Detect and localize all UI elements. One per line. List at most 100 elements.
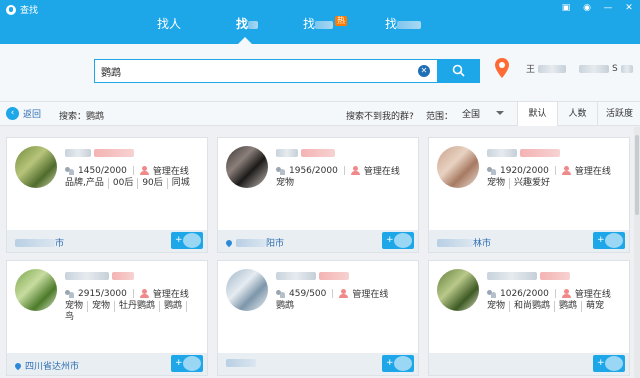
blurred-text	[111, 271, 134, 280]
group-name	[65, 148, 134, 158]
skin-icon[interactable]: ▣	[561, 2, 571, 14]
card-footer: +	[218, 353, 418, 375]
group-card[interactable]: 1920/2000 管理在线 宠物 兴趣爱好 林市 +	[428, 137, 630, 253]
admin-status: 管理在线	[352, 290, 389, 300]
sort-tab-activity[interactable]: 活跃度	[597, 102, 640, 126]
blurred-text	[538, 64, 567, 73]
join-group-button[interactable]: +	[382, 232, 414, 249]
blurred-text	[236, 238, 266, 247]
group-location: 林市	[437, 236, 491, 249]
location-text: 阳市	[266, 239, 285, 249]
location-pin-icon[interactable]	[494, 57, 510, 79]
admin-icon	[139, 166, 149, 175]
group-name	[65, 271, 134, 281]
back-button[interactable]: ‹ 返回	[6, 107, 41, 120]
group-tags: 宠物 宠物 牡丹鹦鹉 鹦鹉 鸟	[65, 301, 207, 323]
group-location: 阳市	[224, 236, 285, 249]
admin-icon	[561, 289, 571, 298]
tag: 宠物	[92, 301, 116, 312]
group-card[interactable]: 2915/3000 管理在线 宠物 宠物 牡丹鹦鹉 鹦鹉 鸟 四川省达州市 +	[6, 260, 208, 376]
admin-status: 管理在线	[152, 290, 189, 300]
group-stats: 1920/2000 管理在线	[487, 164, 611, 177]
blurred-text	[276, 271, 316, 280]
tag: 宠物	[276, 178, 295, 188]
sort-tab-default[interactable]: 默认	[517, 102, 557, 126]
divider	[132, 289, 134, 298]
search-button[interactable]	[438, 59, 480, 83]
admin-icon	[350, 166, 360, 175]
card-footer: +	[429, 353, 629, 375]
admin-status: 管理在线	[574, 290, 611, 300]
join-group-button[interactable]: +	[382, 355, 414, 372]
scope-select[interactable]: 全国	[458, 105, 508, 121]
blurred-text	[620, 64, 633, 73]
join-group-button[interactable]: +	[593, 355, 625, 372]
search-box: ✕	[94, 59, 438, 83]
scrollbar-thumb[interactable]	[635, 135, 639, 215]
blurred-text	[226, 359, 256, 367]
blurred-text	[437, 238, 473, 247]
group-name	[487, 148, 560, 158]
back-arrow-icon: ‹	[6, 107, 19, 120]
blurred-text	[487, 271, 537, 280]
tab-find-hot[interactable]: 找热	[286, 14, 364, 34]
sort-tab-members[interactable]: 人数	[557, 102, 597, 126]
search-input[interactable]	[95, 60, 405, 82]
minimize-icon[interactable]: —	[603, 2, 613, 14]
message-icon[interactable]: ◉	[582, 2, 592, 14]
join-group-button[interactable]: +	[593, 232, 625, 249]
tag: 宠物	[487, 301, 511, 312]
tag: 鹦鹉	[164, 301, 188, 312]
blurred-text	[397, 20, 421, 29]
card-footer: 市 +	[7, 230, 207, 252]
tag: 鹦鹉	[559, 301, 583, 312]
divider	[554, 166, 556, 175]
tag: 鹦鹉	[276, 301, 295, 311]
tag: 和尚鹦鹉	[514, 301, 556, 312]
location-text: 林市	[473, 239, 492, 249]
blurred-text	[318, 271, 349, 280]
group-location	[226, 359, 256, 367]
group-card[interactable]: 1450/2000 管理在线 品牌,产品 00后 90后 同城 市 +	[6, 137, 208, 253]
not-found-link[interactable]: 搜索不到我的群?	[346, 109, 414, 122]
member-count: 1956/2000	[289, 165, 338, 176]
group-tags: 品牌,产品 00后 90后 同城	[65, 178, 198, 189]
user-location[interactable]: 王 S	[526, 62, 633, 75]
tab-find-people[interactable]: 找人	[130, 14, 208, 34]
group-stats: 2915/3000 管理在线	[65, 287, 189, 300]
group-card[interactable]: 1026/2000 管理在线 宠物 和尚鹦鹉 鹦鹉 萌宠 +	[428, 260, 630, 376]
location-icon	[13, 361, 23, 370]
user-location-suffix: S	[612, 63, 618, 74]
group-stats: 1026/2000 管理在线	[487, 287, 611, 300]
group-avatar	[15, 146, 57, 188]
group-name	[487, 271, 570, 281]
scope-label: 范围：	[426, 112, 454, 122]
group-avatar	[437, 269, 479, 311]
join-group-button[interactable]: +	[171, 232, 203, 249]
tag: 90后	[142, 178, 168, 189]
admin-status: 管理在线	[363, 167, 400, 177]
blurred-text	[15, 238, 55, 247]
tab-find-other[interactable]: 找	[364, 14, 442, 34]
blurred-text	[276, 148, 298, 157]
member-count: 2915/3000	[78, 288, 127, 299]
admin-status: 管理在线	[574, 167, 611, 177]
tag: 品牌,产品	[65, 178, 109, 189]
group-tags: 宠物 兴趣爱好	[487, 178, 558, 189]
members-icon	[276, 289, 286, 298]
window-title-text: 查找	[20, 6, 39, 16]
group-stats: 459/500 管理在线	[276, 287, 388, 300]
tab-find-group[interactable]: 找	[208, 14, 286, 44]
join-group-button[interactable]: +	[171, 355, 203, 372]
group-location: 市	[15, 236, 64, 249]
group-avatar	[226, 269, 268, 311]
clear-search-icon[interactable]: ✕	[418, 65, 430, 77]
member-count: 1450/2000	[78, 165, 127, 176]
location-icon	[224, 238, 234, 247]
members-icon	[276, 166, 286, 175]
group-tags: 宠物	[276, 178, 302, 189]
blurred-text	[539, 271, 570, 280]
group-card[interactable]: 1956/2000 管理在线 宠物 阳市 +	[217, 137, 419, 253]
close-icon[interactable]: ✕	[624, 2, 634, 14]
group-card[interactable]: 459/500 管理在线 鹦鹉 +	[217, 260, 419, 376]
